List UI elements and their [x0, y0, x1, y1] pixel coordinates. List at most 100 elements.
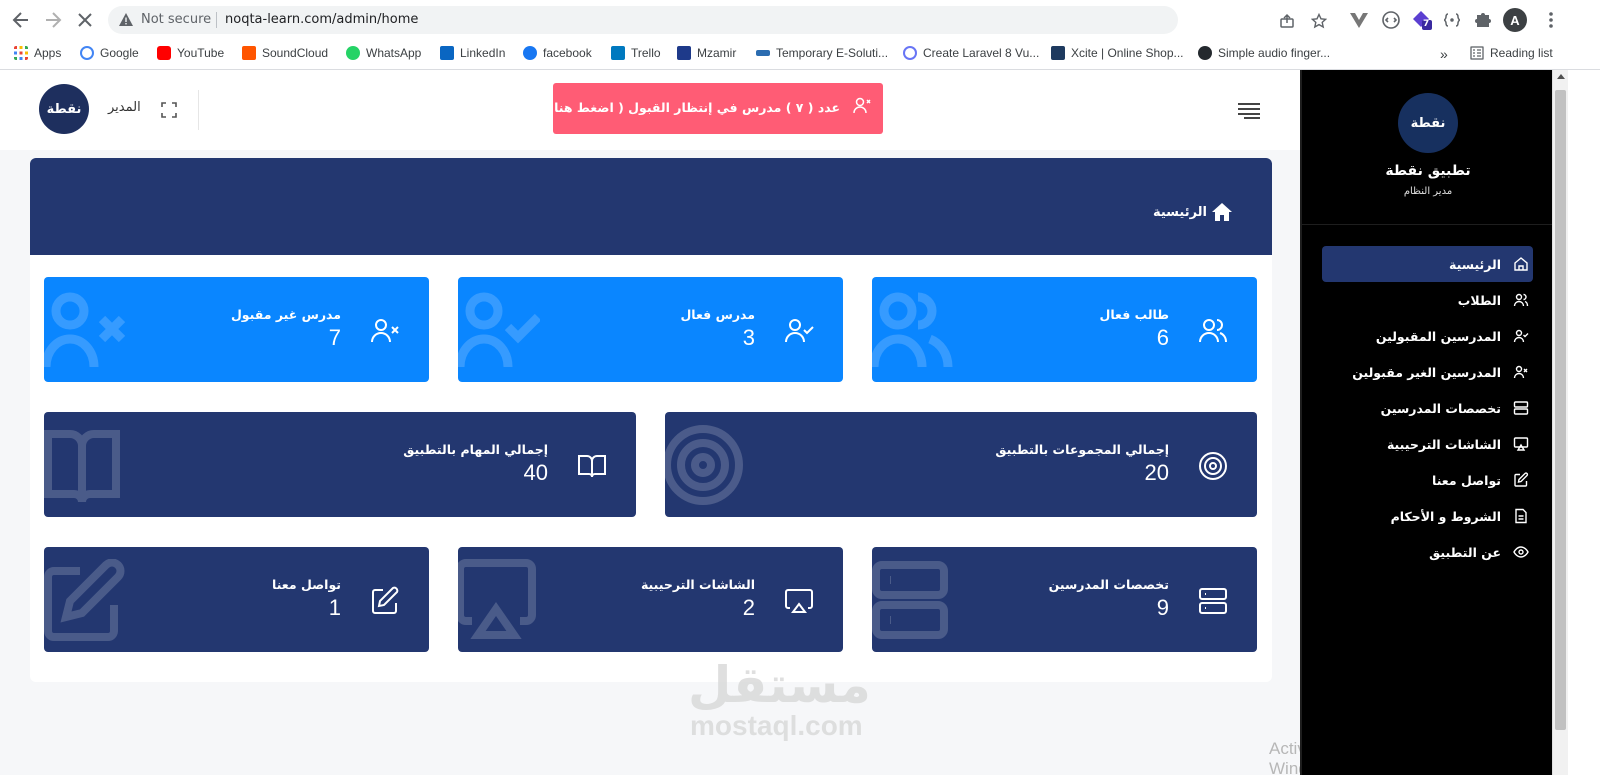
- bookmarks-more-button[interactable]: »: [1440, 46, 1448, 62]
- json-extension-icon[interactable]: [1441, 9, 1463, 31]
- soundcloud-icon: [242, 46, 256, 60]
- bookmark-apps[interactable]: Apps: [14, 46, 61, 60]
- sidebar-item-welcome-screens[interactable]: الشاشات الترحيبية: [1322, 426, 1533, 462]
- users-icon: [872, 289, 954, 371]
- reading-list-button[interactable]: Reading list: [1470, 46, 1553, 60]
- sidebar-item-contact[interactable]: تواصل معنا: [1322, 462, 1533, 498]
- bookmark-whatsapp[interactable]: WhatsApp: [346, 46, 421, 60]
- bookmark-youtube[interactable]: YouTube: [157, 46, 224, 60]
- url-divider: [216, 12, 217, 28]
- scroll-up-arrow-icon[interactable]: [1557, 74, 1565, 79]
- target-icon: [665, 424, 747, 506]
- star-icon[interactable]: [1311, 13, 1327, 29]
- book-icon: [576, 450, 608, 482]
- back-icon[interactable]: [9, 8, 33, 32]
- sidebar-divider: [1302, 224, 1554, 225]
- browser-menu-icon[interactable]: [1540, 9, 1562, 31]
- stat-teacher-specialties[interactable]: تخصصات المدرسين 9: [872, 547, 1257, 652]
- google-icon: [80, 46, 94, 60]
- user-x-icon: [1513, 365, 1528, 379]
- fullscreen-icon[interactable]: [160, 101, 178, 119]
- sidebar-item-about[interactable]: عن التطبيق: [1322, 534, 1533, 570]
- profile-avatar[interactable]: A: [1503, 8, 1527, 32]
- react-icon: [903, 46, 917, 60]
- page-scrollbar[interactable]: [1552, 70, 1568, 775]
- trello-icon: [611, 46, 625, 60]
- tesla-icon: [756, 50, 770, 56]
- linkedin-icon: [440, 46, 454, 60]
- stat-active-teachers[interactable]: مدرس فعال 3: [458, 277, 843, 382]
- bookmark-google[interactable]: Google: [80, 46, 139, 60]
- mzamir-icon: [677, 46, 691, 60]
- bookmark-xcite[interactable]: Xcite | Online Shop...: [1051, 46, 1184, 60]
- server-icon: [1513, 401, 1529, 415]
- vue-devtools-icon[interactable]: [1348, 9, 1370, 31]
- scrollbar-thumb[interactable]: [1555, 90, 1566, 730]
- main-area: نقطة المدير عدد ( ٧ ) مدرس في إنتظار الق…: [0, 70, 1338, 778]
- server-icon: [872, 559, 954, 641]
- pending-teachers-alert[interactable]: عدد ( ٧ ) مدرس في إنتظار القبول ( اضغط ه…: [544, 83, 883, 134]
- stat-rejected-teachers[interactable]: مدرس غير مقبول 7: [44, 277, 429, 382]
- badge-extension-icon[interactable]: 7: [1410, 9, 1432, 31]
- sidebar-item-students[interactable]: الطلاب: [1322, 282, 1533, 318]
- sidebar-item-accepted-teachers[interactable]: المدرسين المقبولين: [1322, 318, 1533, 354]
- url-text[interactable]: noqta-learn.com/admin/home: [225, 12, 418, 27]
- mostaql-watermark-en: mostaql.com: [690, 710, 863, 741]
- whatsapp-icon: [346, 46, 360, 60]
- user-avatar[interactable]: نقطة: [39, 84, 89, 134]
- topbar-divider: [198, 90, 199, 130]
- extension-icon[interactable]: [1380, 9, 1402, 31]
- bookmark-laravel[interactable]: Create Laravel 8 Vu...: [903, 46, 1039, 60]
- stat-total-tasks[interactable]: إجمالي المهام بالتطبيق 40: [44, 412, 636, 517]
- bookmark-temporary[interactable]: Temporary E-Soluti...: [756, 46, 888, 60]
- browser-toolbar: Not secure noqta-learn.com/admin/home 7 …: [0, 0, 1600, 39]
- sidebar-item-home[interactable]: الرئيسية: [1322, 246, 1533, 282]
- bookmark-github[interactable]: Simple audio finger...: [1198, 46, 1330, 60]
- facebook-icon: [523, 46, 537, 60]
- user-name[interactable]: المدير: [108, 100, 141, 115]
- user-x-icon: [44, 289, 126, 371]
- apps-grid-icon: [14, 46, 28, 60]
- stat-contact-us[interactable]: تواصل معنا 1: [44, 547, 429, 652]
- mostaql-watermark-ar: مستقل: [688, 656, 872, 714]
- edit-icon: [44, 559, 126, 641]
- monitor-icon: [1513, 437, 1529, 451]
- sidebar-item-specialties[interactable]: تخصصات المدرسين: [1322, 390, 1533, 426]
- stat-active-students[interactable]: طالب فعال 6: [872, 277, 1257, 382]
- menu-toggle-icon[interactable]: [1238, 103, 1260, 119]
- user-check-icon: [458, 289, 540, 371]
- youtube-icon: [157, 46, 171, 60]
- bookmarks-bar: Apps Google YouTube SoundCloud WhatsApp …: [0, 39, 1600, 70]
- eye-icon: [1513, 546, 1529, 558]
- sidebar-item-terms[interactable]: الشروط و الأحكام: [1322, 498, 1533, 534]
- page-title: الرئيسية: [1153, 201, 1233, 223]
- stop-loading-icon[interactable]: [73, 8, 97, 32]
- sidebar-subtitle: مدير النظام: [1403, 186, 1453, 197]
- stat-welcome-screens[interactable]: الشاشات الترحيبية 2: [458, 547, 843, 652]
- file-icon: [1515, 508, 1527, 524]
- airplay-icon: [458, 559, 540, 641]
- user-x-icon: [851, 95, 873, 117]
- extensions-puzzle-icon[interactable]: [1472, 9, 1494, 31]
- sidebar-item-rejected-teachers[interactable]: المدرسين الغير مقبولين: [1322, 354, 1533, 390]
- sidebar-title: تطبيق نقطة: [1385, 163, 1471, 179]
- sidebar-logo[interactable]: نقطة: [1398, 93, 1458, 153]
- user-check-icon: [1513, 329, 1529, 343]
- edit-icon: [369, 585, 401, 617]
- share-icon[interactable]: [1279, 13, 1295, 29]
- book-icon: [44, 424, 126, 506]
- home-icon: [1514, 257, 1528, 271]
- address-bar[interactable]: Not secure noqta-learn.com/admin/home: [108, 6, 1327, 34]
- sidebar: نقطة تطبيق نقطة مدير النظام الرئيسية الط…: [1300, 70, 1554, 775]
- xcite-icon: [1051, 46, 1065, 60]
- bookmark-facebook[interactable]: facebook: [523, 46, 592, 60]
- forward-icon[interactable]: [41, 8, 65, 32]
- server-icon: [1197, 585, 1229, 617]
- bookmark-linkedin[interactable]: LinkedIn: [440, 46, 505, 60]
- bookmark-trello[interactable]: Trello: [611, 46, 661, 60]
- bookmark-mzamir[interactable]: Mzamir: [677, 46, 736, 60]
- bookmark-soundcloud[interactable]: SoundCloud: [242, 46, 328, 60]
- stat-total-groups[interactable]: إجمالي المجموعات بالتطبيق 20: [665, 412, 1257, 517]
- app-root: نقطة المدير عدد ( ٧ ) مدرس في إنتظار الق…: [0, 70, 1600, 778]
- github-icon: [1198, 46, 1212, 60]
